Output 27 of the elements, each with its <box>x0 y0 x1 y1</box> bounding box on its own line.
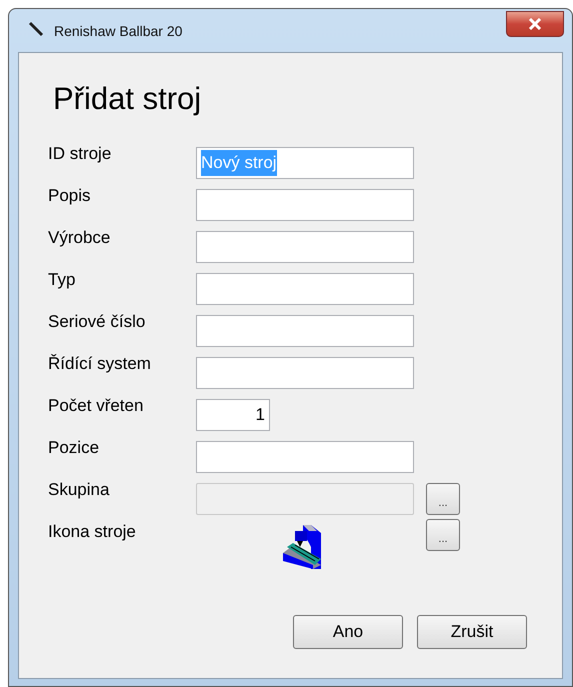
field-label: ID stroje <box>48 143 112 162</box>
text-field[interactable] <box>196 231 414 263</box>
text-field[interactable] <box>196 189 414 221</box>
field-label: Ikona stroje <box>48 521 137 540</box>
number-field[interactable]: 1 <box>196 399 270 431</box>
window-title: Renishaw Ballbar 20 <box>54 22 182 41</box>
field-label: Seriové číslo <box>48 311 146 330</box>
field-label: Výrobce <box>48 227 112 246</box>
text-field[interactable] <box>196 441 414 473</box>
dialog-heading: Přidat stroj <box>53 83 202 114</box>
field-value: 1 <box>256 404 265 426</box>
close-button[interactable] <box>506 11 564 37</box>
field-label: Pozice <box>48 437 100 456</box>
close-icon <box>528 18 542 30</box>
text-field[interactable] <box>196 273 414 305</box>
dialog-button[interactable]: Ano <box>293 615 403 649</box>
text-field[interactable] <box>196 357 414 389</box>
text-field[interactable] <box>196 315 414 347</box>
field-label: Popis <box>48 185 92 204</box>
pen-icon <box>28 21 44 37</box>
field-value: Nový stroj <box>201 150 277 176</box>
field-label: Skupina <box>48 479 110 498</box>
field-label: Typ <box>48 269 76 288</box>
dialog-button[interactable]: Zrušit <box>417 615 527 649</box>
field-label: Řídící system <box>48 353 152 372</box>
field-label: Počet vřeten <box>48 395 144 414</box>
browse-button[interactable]: ... <box>426 519 460 551</box>
